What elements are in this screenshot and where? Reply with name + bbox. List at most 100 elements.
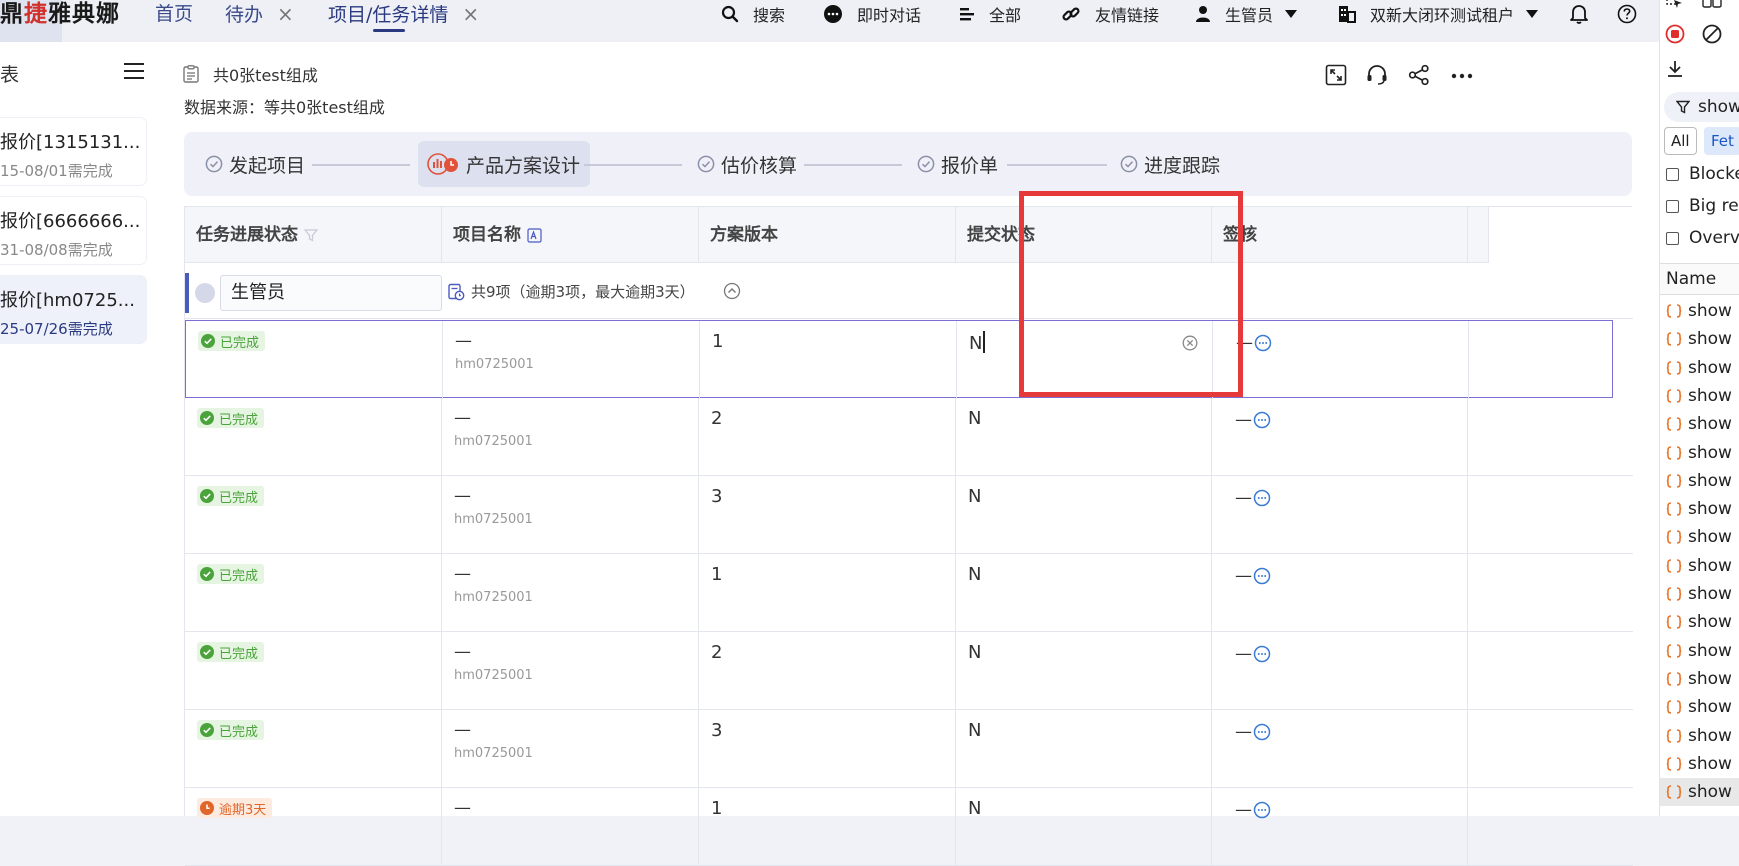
- request-list-item[interactable]: show: [1660, 778, 1739, 807]
- table-row-selected[interactable]: 已完成 — hm0725001 1 N —: [185, 320, 1613, 399]
- record-button[interactable]: [1665, 24, 1685, 44]
- status-badge: 已完成: [197, 642, 265, 662]
- big-rows-checkbox[interactable]: Big re: [1666, 194, 1739, 218]
- request-list-item[interactable]: show: [1660, 410, 1739, 438]
- request-list-item[interactable]: show: [1660, 297, 1739, 325]
- clear-button[interactable]: [1702, 24, 1722, 44]
- submit-status-cell[interactable]: N: [956, 788, 1212, 866]
- submit-status-input[interactable]: N: [969, 331, 986, 354]
- submit-status-cell[interactable]: N: [956, 476, 1212, 554]
- column-header-project-name[interactable]: 项目名称: [442, 207, 699, 263]
- tenant-label: 双新大闭环测试租户: [1370, 6, 1515, 25]
- submit-status-cell[interactable]: N: [956, 710, 1212, 788]
- step-estimate[interactable]: 估价核算: [697, 132, 797, 196]
- comment-icon[interactable]: [1253, 489, 1271, 507]
- share-button[interactable]: [1408, 64, 1430, 86]
- task-card-deadline: 15-08/01需完成: [0, 162, 113, 180]
- request-list-item[interactable]: show: [1660, 523, 1739, 551]
- submit-status-cell[interactable]: N: [956, 554, 1212, 632]
- request-list-item[interactable]: show: [1660, 637, 1739, 665]
- task-card-title: 报价[6666666...: [0, 211, 141, 232]
- request-list-item[interactable]: show: [1660, 467, 1739, 495]
- request-list-item[interactable]: show: [1660, 354, 1739, 382]
- all-menu-button[interactable]: 全部: [959, 0, 1021, 28]
- notification-button[interactable]: [1570, 0, 1602, 28]
- request-list-item[interactable]: show: [1660, 382, 1739, 410]
- comment-icon[interactable]: [1253, 567, 1271, 585]
- fetch-request-icon: [1666, 389, 1682, 403]
- close-icon[interactable]: ×: [277, 2, 294, 26]
- request-list-item[interactable]: show: [1660, 608, 1739, 636]
- checkbox[interactable]: [1666, 231, 1679, 245]
- fetch-request-icon: [1666, 304, 1682, 318]
- column-header-version[interactable]: 方案版本: [699, 207, 956, 263]
- table-row[interactable]: 已完成 — hm0725001 2 N —: [185, 398, 1633, 476]
- comment-icon[interactable]: [1253, 645, 1271, 663]
- group-summary: 共9项（逾期3项，最大逾期3天）: [447, 281, 695, 302]
- menu-toggle-button[interactable]: [124, 62, 144, 80]
- user-menu[interactable]: 生管员: [1195, 0, 1298, 28]
- group-owner-field[interactable]: 生管员: [220, 275, 442, 311]
- request-name: show: [1688, 612, 1732, 633]
- fullscreen-button[interactable]: [1325, 64, 1347, 86]
- submit-status-cell[interactable]: N: [956, 398, 1212, 476]
- submit-status-cell[interactable]: N: [956, 632, 1212, 710]
- request-list-item[interactable]: show: [1660, 722, 1739, 750]
- more-button[interactable]: [1451, 72, 1473, 80]
- request-list-item[interactable]: show: [1660, 580, 1739, 608]
- device-toolbar-button[interactable]: [1702, 0, 1722, 10]
- column-header-status[interactable]: 任务进展状态: [185, 207, 442, 263]
- version-cell: 1: [699, 788, 956, 866]
- task-card[interactable]: 报价[1315131... 15-08/01需完成: [0, 118, 146, 185]
- column-header-sign-off[interactable]: 签核: [1212, 207, 1468, 263]
- support-button[interactable]: [1366, 64, 1388, 86]
- step-product-design[interactable]: 产品方案设计: [418, 141, 591, 187]
- help-button[interactable]: [1617, 0, 1651, 28]
- step-quote[interactable]: 报价单: [917, 132, 998, 196]
- request-name: show: [1688, 301, 1732, 321]
- request-name: show: [1688, 499, 1732, 520]
- chat-button[interactable]: 即时对话: [823, 0, 921, 28]
- request-list-item[interactable]: show: [1660, 439, 1739, 467]
- filter-input[interactable]: show: [1664, 92, 1739, 122]
- step-initiate[interactable]: 发起项目: [205, 132, 305, 196]
- request-list-item[interactable]: show: [1660, 693, 1739, 721]
- table-row[interactable]: 逾期3天 — 1 N —: [185, 788, 1633, 866]
- links-button[interactable]: 友情链接: [1061, 0, 1159, 28]
- comment-icon[interactable]: [1254, 334, 1272, 352]
- tenant-menu[interactable]: 双新大闭环测试租户: [1338, 0, 1539, 28]
- task-card[interactable]: 报价[6666666... 31-08/08需完成: [0, 197, 146, 264]
- table-row[interactable]: 已完成 — hm0725001 3 N —: [185, 476, 1633, 554]
- checkbox[interactable]: [1666, 167, 1679, 181]
- collapse-group-button[interactable]: [723, 282, 741, 300]
- comment-icon[interactable]: [1253, 411, 1271, 429]
- filter-chip-fetch[interactable]: Fet: [1704, 127, 1739, 155]
- checkbox[interactable]: [1666, 199, 1679, 213]
- request-name: show: [1688, 527, 1732, 548]
- comment-icon[interactable]: [1253, 801, 1271, 819]
- name-column-header[interactable]: Name: [1660, 263, 1739, 295]
- filter-icon[interactable]: [304, 228, 318, 242]
- download-button[interactable]: [1666, 60, 1684, 78]
- fetch-request-icon: [1666, 558, 1682, 573]
- task-card-selected[interactable]: 报价[hm0725... 25-07/26需完成: [0, 276, 146, 343]
- nav-tab-home[interactable]: 首页: [155, 0, 193, 34]
- blocked-checkbox[interactable]: Blocke: [1666, 162, 1739, 186]
- request-list-item[interactable]: show: [1660, 552, 1739, 580]
- table-row[interactable]: 已完成 — hm0725001 3 N —: [185, 710, 1633, 788]
- step-tracking[interactable]: 进度跟踪: [1120, 132, 1220, 196]
- inspect-element-button[interactable]: [1666, 0, 1684, 10]
- filter-chip-all[interactable]: All: [1664, 127, 1697, 155]
- nav-tab-todo[interactable]: 待办 ×: [225, 0, 294, 34]
- search-button[interactable]: 搜索: [721, 0, 785, 28]
- request-list-item[interactable]: show: [1660, 665, 1739, 693]
- close-icon[interactable]: ×: [462, 2, 479, 26]
- table-row[interactable]: 已完成 — hm0725001 1 N —: [185, 554, 1633, 632]
- request-list-item[interactable]: show: [1660, 325, 1739, 353]
- overview-checkbox[interactable]: Overv: [1666, 226, 1739, 250]
- brand-logo[interactable]: 鼎捷雅典娜: [0, 0, 120, 30]
- request-list-item[interactable]: show: [1660, 495, 1739, 523]
- request-list-item[interactable]: show: [1660, 750, 1739, 778]
- comment-icon[interactable]: [1253, 723, 1271, 741]
- table-row[interactable]: 已完成 — hm0725001 2 N —: [185, 632, 1633, 710]
